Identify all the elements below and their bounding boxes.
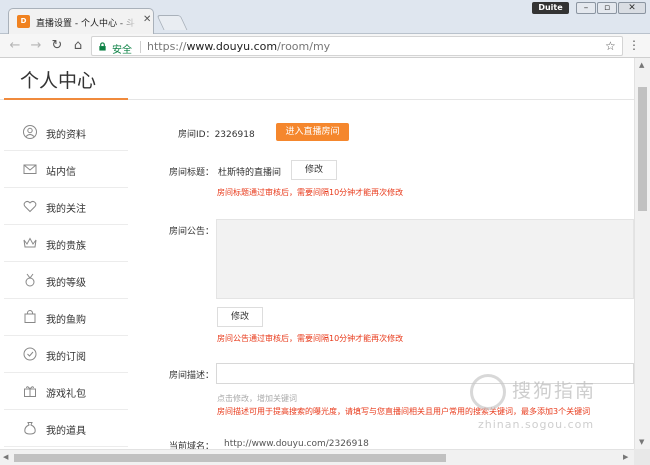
sidebar-item-props[interactable]: 我的道具 — [4, 410, 128, 447]
scroll-down-arrow-icon[interactable]: ▼ — [639, 438, 644, 446]
url-host: www.douyu.com — [186, 40, 278, 53]
subscribe-icon — [23, 347, 37, 361]
desc-hint[interactable]: 点击修改，增加关键词 — [217, 393, 297, 404]
back-arrow-icon[interactable]: ← — [6, 37, 24, 55]
sidebar-nav: 我的资料 站内信 我的关注 我的贵族 我的等级 我的鱼购 我的订阅 游戏礼包 我… — [4, 114, 128, 447]
maximize-button[interactable]: ▫ — [597, 2, 617, 14]
crown-icon — [23, 237, 37, 248]
gift-icon — [24, 386, 36, 397]
heart-icon — [23, 200, 37, 213]
reload-icon[interactable]: ↻ — [48, 37, 66, 55]
domain-label: 当前域名： — [169, 442, 215, 449]
home-icon[interactable]: ⌂ — [69, 37, 87, 55]
room-notice-textarea[interactable] — [216, 219, 634, 299]
domain-value: http://www.douyu.com/2326918 — [224, 439, 369, 449]
room-title-value: 杜斯特的直播间 — [218, 168, 282, 178]
tab-title-fade — [119, 13, 137, 31]
enter-live-room-button[interactable]: 进入直播房间 — [276, 123, 349, 141]
sidebar-item-inbox[interactable]: 站内信 — [4, 151, 128, 188]
window-titlebar: D 直播设置 - 个人中心 - 斗 ✕ Duite – ▫ ✕ — [0, 0, 650, 34]
watermark-brand: 搜狗指南 — [512, 380, 597, 402]
url-text[interactable]: https://www.douyu.com/room/my — [147, 40, 330, 53]
medal-icon — [25, 273, 35, 287]
room-id-label: 房间ID：2326918 — [178, 130, 255, 140]
sidebar-item-label: 我的贵族 — [46, 241, 86, 252]
window-close-button[interactable]: ✕ — [618, 2, 646, 14]
sidebar-item-label: 我的道具 — [46, 426, 86, 437]
scroll-up-arrow-icon[interactable]: ▲ — [639, 61, 644, 69]
minimize-button[interactable]: – — [576, 2, 596, 14]
sidebar-item-label: 我的鱼购 — [46, 315, 86, 326]
tab-close-icon[interactable]: ✕ — [143, 14, 151, 25]
sidebar-item-shopping[interactable]: 我的鱼购 — [4, 299, 128, 336]
horizontal-scrollbar[interactable]: ◀ ▶ — [0, 449, 634, 465]
secure-label: 安全 — [112, 45, 132, 56]
sidebar-item-follows[interactable]: 我的关注 — [4, 188, 128, 225]
sidebar-item-label: 游戏礼包 — [46, 389, 86, 400]
address-separator — [140, 41, 141, 53]
url-path: /room/my — [277, 40, 331, 53]
star-icon[interactable]: ☆ — [605, 39, 616, 53]
watermark-url: zhinan.sogou.com — [478, 418, 595, 431]
edit-notice-button[interactable]: 修改 — [217, 307, 263, 327]
edit-title-button[interactable]: 修改 — [291, 160, 337, 180]
sidebar-item-subscriptions[interactable]: 我的订阅 — [4, 336, 128, 373]
browser-toolbar: ← → ↻ ⌂ 安全 https://www.douyu.com/room/my… — [0, 34, 650, 58]
mail-icon — [23, 164, 37, 174]
horizontal-scroll-thumb[interactable] — [14, 454, 446, 462]
room-title-label: 房间标题： — [169, 168, 215, 178]
sogou-watermark: 搜狗指南 zhinan.sogou.com — [470, 372, 640, 442]
page-title: 个人中心 — [20, 70, 97, 92]
extension-badge[interactable]: Duite — [532, 2, 569, 14]
sidebar-item-nobility[interactable]: 我的贵族 — [4, 225, 128, 262]
header-accent-line — [4, 98, 128, 100]
scrollbar-corner — [634, 449, 650, 465]
forward-arrow-icon[interactable]: → — [27, 37, 45, 55]
sidebar-item-level[interactable]: 我的等级 — [4, 262, 128, 299]
shopping-bag-icon — [24, 310, 36, 323]
sidebar-item-label: 我的等级 — [46, 278, 86, 289]
url-protocol: https:// — [147, 40, 187, 53]
new-tab-button[interactable] — [156, 15, 188, 30]
watermark-logo-icon — [470, 374, 506, 410]
room-desc-label: 房间描述： — [169, 371, 215, 381]
douyu-favicon: D — [17, 15, 30, 28]
address-bar[interactable]: 安全 https://www.douyu.com/room/my ☆ — [91, 36, 623, 56]
room-notice-label: 房间公告： — [169, 227, 215, 237]
sidebar-item-label: 我的关注 — [46, 204, 86, 215]
title-warning: 房间标题通过审核后，需要间隔10分钟才能再次修改 — [217, 188, 404, 197]
sidebar-item-label: 我的订阅 — [46, 352, 86, 363]
kebab-menu-icon[interactable]: ⋮ — [628, 38, 640, 52]
scroll-left-arrow-icon[interactable]: ◀ — [3, 453, 8, 461]
vertical-scroll-thumb[interactable] — [638, 87, 647, 211]
notice-warning: 房间公告通过审核后，需要间隔10分钟才能再次修改 — [217, 334, 404, 343]
user-icon — [23, 125, 37, 139]
scroll-right-arrow-icon[interactable]: ▶ — [623, 453, 628, 461]
sidebar-item-game-gifts[interactable]: 游戏礼包 — [4, 373, 128, 410]
lock-icon — [99, 42, 106, 51]
vertical-scrollbar[interactable]: ▲ ▼ — [634, 58, 650, 449]
money-bag-icon — [24, 422, 36, 435]
sidebar-item-label: 我的资料 — [46, 130, 86, 141]
sidebar-item-profile[interactable]: 我的资料 — [4, 114, 128, 151]
sidebar-item-label: 站内信 — [46, 167, 76, 178]
browser-tab[interactable]: D 直播设置 - 个人中心 - 斗 ✕ — [8, 8, 154, 34]
